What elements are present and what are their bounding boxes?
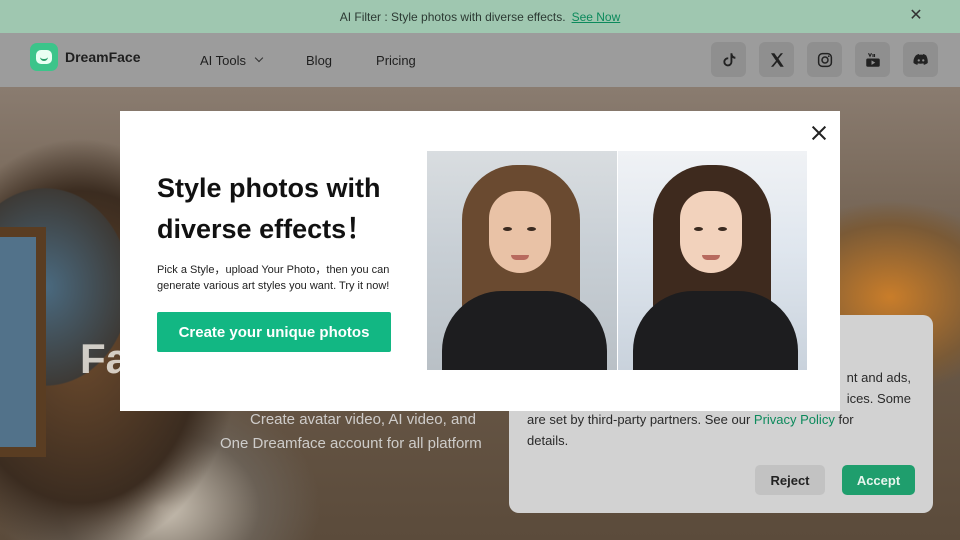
original-photo	[427, 151, 617, 370]
announcement-bar: AI Filter : Style photos with diverse ef…	[0, 0, 960, 33]
logo-icon	[30, 43, 58, 71]
chevron-down-icon	[254, 53, 264, 63]
cookie-text-partners: are set by third-party partners. See our	[527, 412, 751, 427]
tiktok-icon[interactable]	[711, 42, 746, 77]
nav-ai-tools[interactable]: AI Tools	[200, 52, 264, 68]
create-photos-button[interactable]: Create your unique photos	[157, 312, 391, 352]
logo[interactable]: DreamFace	[30, 43, 141, 71]
close-icon[interactable]: ✕	[908, 8, 924, 24]
cookie-text-line-4: details.	[527, 433, 569, 448]
cookie-text-for: for	[838, 412, 854, 427]
privacy-policy-link[interactable]: Privacy Policy	[754, 412, 835, 427]
hero-background-image	[0, 227, 46, 457]
discord-icon[interactable]	[903, 42, 938, 77]
styled-photo	[618, 151, 807, 370]
site-header: DreamFace AI Tools Blog Pricing	[0, 33, 960, 87]
nav-pricing-label: Pricing	[376, 52, 416, 68]
modal-title: Style photos with diverse effects！	[157, 173, 381, 244]
youtube-icon[interactable]	[855, 42, 890, 77]
hero-subtitle-1: Create avatar video, AI video, and	[250, 411, 476, 428]
accept-button[interactable]: Accept	[842, 465, 915, 495]
announcement-text: AI Filter : Style photos with diverse ef…	[339, 9, 566, 24]
promo-modal: Style photos with diverse effects！ Pick …	[120, 111, 840, 411]
modal-description: Pick a Style，upload Your Photo，then you …	[157, 264, 390, 292]
reject-button[interactable]: Reject	[755, 465, 825, 495]
nav-blog[interactable]: Blog	[306, 53, 332, 68]
logo-text: DreamFace	[65, 49, 141, 65]
main-nav: AI Tools Blog Pricing	[200, 33, 460, 87]
nav-ai-tools-label: AI Tools	[200, 52, 247, 68]
hero-subtitle-2: One Dreamface account for all platform	[220, 435, 482, 452]
nav-pricing[interactable]: Pricing	[376, 53, 416, 68]
before-after-image	[427, 151, 807, 370]
see-now-link[interactable]: See Now	[572, 10, 621, 24]
instagram-icon[interactable]	[807, 42, 842, 77]
social-links	[711, 42, 938, 77]
cookie-text-line-3: are set by third-party partners. See our…	[527, 409, 919, 430]
nav-blog-label: Blog	[306, 52, 333, 68]
x-icon[interactable]	[759, 42, 794, 77]
modal-close-icon[interactable]	[808, 122, 830, 144]
